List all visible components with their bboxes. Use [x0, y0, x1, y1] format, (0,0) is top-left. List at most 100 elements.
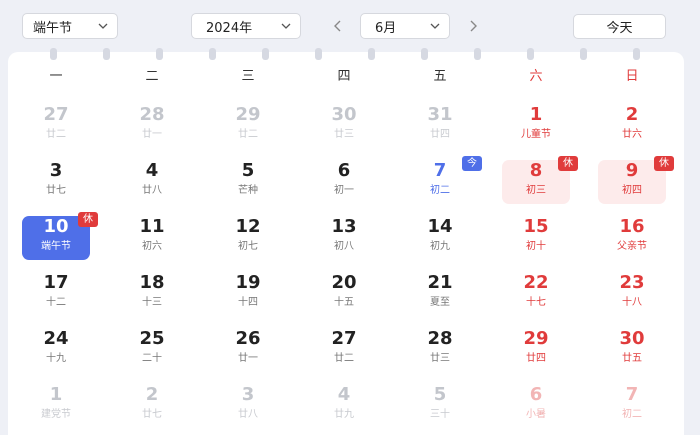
weekday-header: 一 二 三 四 五 六 日: [8, 65, 680, 89]
calendar-day[interactable]: 30 廿三: [296, 100, 392, 156]
calendar-day[interactable]: 7 初二今: [392, 156, 488, 212]
binder-ring: [421, 48, 428, 60]
calendar-day[interactable]: 12 初七: [200, 212, 296, 268]
calendar-day[interactable]: 19 十四: [200, 268, 296, 324]
lunar-label: 廿八: [238, 409, 258, 420]
day-number: 6: [337, 160, 351, 181]
calendar-day[interactable]: 3 廿七: [8, 156, 104, 212]
binder-ring: [315, 48, 322, 60]
calendar-day[interactable]: 10 端午节休: [8, 212, 104, 268]
calendar-day[interactable]: 6 小暑: [488, 380, 584, 435]
calendar-day[interactable]: 17 十二: [8, 268, 104, 324]
year-select-value: 2024年: [206, 20, 253, 36]
lunar-label: 二十: [142, 353, 162, 364]
calendar-day[interactable]: 25 二十: [104, 324, 200, 380]
day-number: 7: [625, 384, 639, 405]
calendar-day[interactable]: 18 十三: [104, 268, 200, 324]
lunar-label: 廿二: [46, 129, 66, 140]
year-select[interactable]: 2024年: [191, 13, 301, 39]
calendar-day[interactable]: 6 初一: [296, 156, 392, 212]
calendar-day[interactable]: 8 初三休: [488, 156, 584, 212]
calendar-day[interactable]: 29 廿二: [200, 100, 296, 156]
lunar-label: 初十: [526, 241, 546, 252]
lunar-label: 廿七: [142, 409, 162, 420]
calendar-day[interactable]: 1 建党节: [8, 380, 104, 435]
calendar-day[interactable]: 2 廿七: [104, 380, 200, 435]
day-number: 25: [139, 328, 165, 349]
calendar-day[interactable]: 31 廿四: [392, 100, 488, 156]
calendar-day[interactable]: 16 父亲节: [584, 212, 680, 268]
prev-month-button[interactable]: [328, 14, 348, 38]
calendar-day[interactable]: 28 廿一: [104, 100, 200, 156]
binder-rings: [0, 44, 700, 64]
lunar-label: 廿四: [430, 129, 450, 140]
calendar-day[interactable]: 3 廿八: [200, 380, 296, 435]
calendar-day[interactable]: 14 初九: [392, 212, 488, 268]
lunar-label: 夏至: [430, 297, 450, 308]
calendar-day[interactable]: 28 廿三: [392, 324, 488, 380]
calendar-day[interactable]: 15 初十: [488, 212, 584, 268]
calendar-day[interactable]: 27 廿二: [296, 324, 392, 380]
calendar-day[interactable]: 26 廿一: [200, 324, 296, 380]
chevron-down-icon: [98, 23, 108, 29]
month-select[interactable]: 6月: [360, 13, 450, 39]
day-number: 26: [235, 328, 261, 349]
lunar-label: 廿一: [238, 353, 258, 364]
calendar-day[interactable]: 29 廿四: [488, 324, 584, 380]
weekday-label: 日: [625, 69, 639, 84]
calendar-day[interactable]: 22 十七: [488, 268, 584, 324]
day-number: 3: [49, 160, 63, 181]
day-number: 27: [331, 328, 357, 349]
day-number: 31: [427, 104, 453, 125]
lunar-label: 廿二: [238, 129, 258, 140]
weekday-label: 二: [145, 69, 159, 84]
lunar-label: 十五: [334, 297, 354, 308]
binder-ring: [527, 48, 534, 60]
lunar-label: 初六: [142, 241, 162, 252]
lunar-label: 初四: [622, 185, 642, 196]
calendar-day[interactable]: 20 十五: [296, 268, 392, 324]
today-button[interactable]: 今天: [573, 14, 666, 39]
lunar-label: 廿三: [430, 353, 450, 364]
calendar-grid: 27 廿二 28 廿一 29 廿二 30 廿三 31 廿四 1 儿童节 2 廿六 3 廿七 4 廿八 5 芒种 6 初一 7…: [8, 100, 680, 435]
lunar-label: 十四: [238, 297, 258, 308]
calendar-toolbar: 端午节 2024年 6月 今天: [0, 0, 700, 50]
calendar-day[interactable]: 1 儿童节: [488, 100, 584, 156]
calendar-day[interactable]: 4 廿八: [104, 156, 200, 212]
lunar-label: 廿九: [334, 409, 354, 420]
binder-ring: [50, 48, 57, 60]
chevron-left-icon: [334, 20, 341, 32]
calendar-day[interactable]: 5 三十: [392, 380, 488, 435]
calendar-day[interactable]: 4 廿九: [296, 380, 392, 435]
binder-ring: [474, 48, 481, 60]
holiday-select-value: 端午节: [33, 20, 73, 36]
calendar-day[interactable]: 9 初四休: [584, 156, 680, 212]
lunar-label: 廿一: [142, 129, 162, 140]
lunar-label: 初一: [334, 185, 354, 196]
day-number: 14: [427, 216, 453, 237]
day-number: 21: [427, 272, 453, 293]
lunar-label: 廿四: [526, 353, 546, 364]
lunar-label: 初九: [430, 241, 450, 252]
calendar-day[interactable]: 11 初六: [104, 212, 200, 268]
calendar-day[interactable]: 5 芒种: [200, 156, 296, 212]
day-number: 2: [625, 104, 639, 125]
holiday-select[interactable]: 端午节: [22, 13, 118, 39]
calendar-day[interactable]: 23 十八: [584, 268, 680, 324]
calendar-day[interactable]: 21 夏至: [392, 268, 488, 324]
next-month-button[interactable]: [463, 14, 483, 38]
lunar-label: 廿八: [142, 185, 162, 196]
calendar-day[interactable]: 7 初二: [584, 380, 680, 435]
binder-ring: [209, 48, 216, 60]
calendar-day[interactable]: 30 廿五: [584, 324, 680, 380]
holiday-badge: 休: [78, 212, 98, 227]
lunar-label: 廿七: [46, 185, 66, 196]
lunar-label: 初七: [238, 241, 258, 252]
calendar-day[interactable]: 27 廿二: [8, 100, 104, 156]
lunar-label: 十二: [46, 297, 66, 308]
calendar-day[interactable]: 2 廿六: [584, 100, 680, 156]
day-number: 20: [331, 272, 357, 293]
calendar-day[interactable]: 13 初八: [296, 212, 392, 268]
lunar-label: 端午节: [41, 241, 71, 252]
calendar-day[interactable]: 24 十九: [8, 324, 104, 380]
